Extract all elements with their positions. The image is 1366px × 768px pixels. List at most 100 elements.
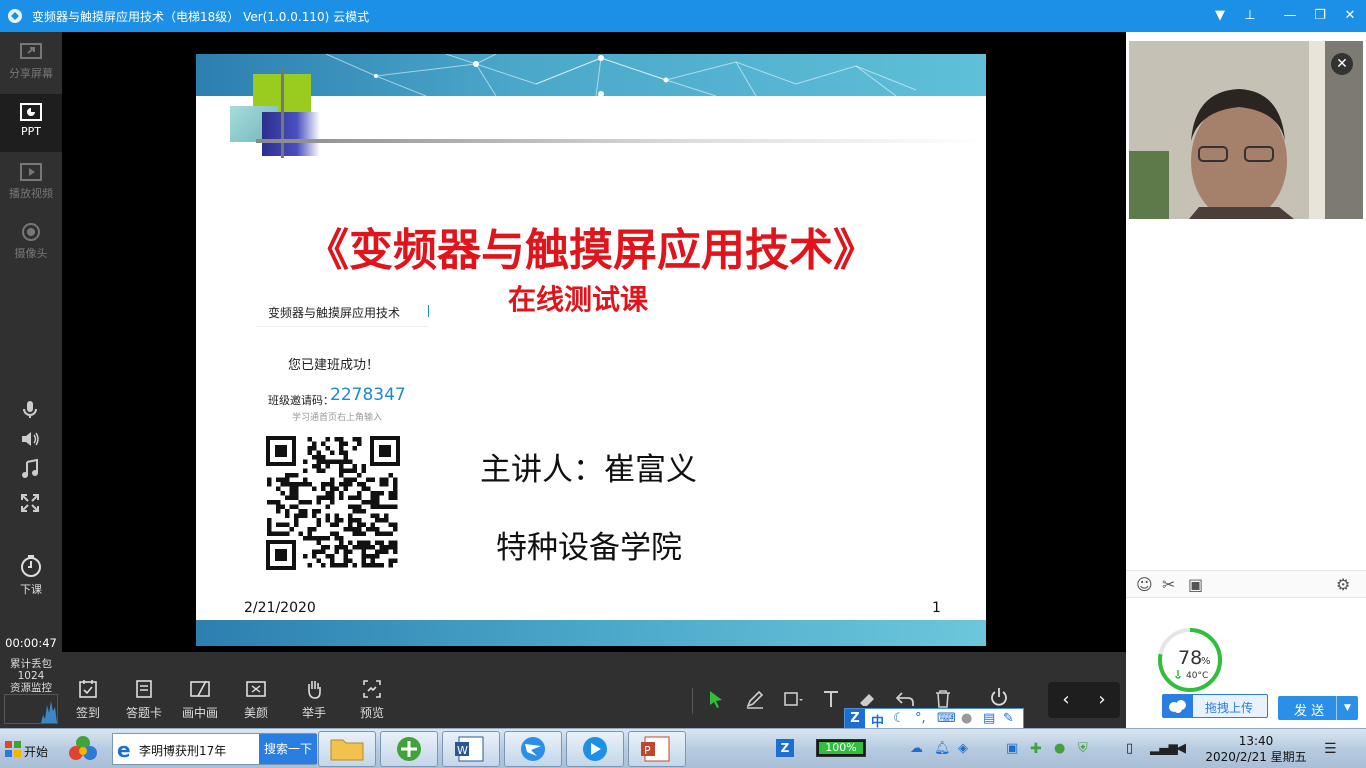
taskbar-dingtalk[interactable] [504, 731, 562, 767]
pointer-icon[interactable] [705, 688, 727, 710]
pen-icon[interactable] [744, 688, 766, 710]
scissors-icon[interactable]: ✂ [1162, 575, 1175, 594]
text-tool-icon[interactable] [820, 688, 842, 710]
windows-logo-icon [5, 741, 21, 757]
end-class-button[interactable]: 下课 [0, 546, 62, 604]
prev-slide-button[interactable]: ‹ [1048, 682, 1084, 718]
start-label: 开始 [24, 745, 49, 759]
tray-plus-icon[interactable]: ✚ [1030, 741, 1046, 757]
send-button[interactable]: 发 送 ▼ [1278, 696, 1358, 720]
tray-signal-icon[interactable]: ▂▄▆ [1150, 741, 1178, 757]
raise-hand-icon [308, 681, 321, 699]
undo-icon[interactable] [894, 688, 916, 710]
answer-card-button[interactable]: 答题卡 [119, 678, 169, 721]
next-slide-button[interactable]: › [1084, 682, 1120, 718]
camera-icon [22, 223, 40, 241]
speaker-icon[interactable] [19, 428, 41, 450]
microphone-icon[interactable] [19, 398, 41, 420]
text-cursor [428, 305, 429, 317]
system-clock[interactable]: 13:40 2020/2/21 星期五 [1196, 733, 1316, 765]
emoji-icon[interactable]: ☺ [1136, 575, 1153, 594]
pin-button[interactable]: ⊥ [1240, 6, 1260, 26]
send-options-dropdown[interactable]: ▼ [1336, 696, 1358, 720]
end-class-label: 下课 [20, 583, 42, 596]
drag-upload-button[interactable]: 拖拽上传 [1162, 694, 1268, 718]
class-created-text: 您已建班成功！ [288, 358, 380, 373]
trash-icon[interactable] [932, 688, 954, 710]
packet-loss-value: 1024 [17, 670, 45, 682]
ime-toolbar[interactable]: Z 中 ☾ °, ⌨ ● ▤ ✎ [844, 708, 1024, 730]
music-icon[interactable] [19, 458, 41, 480]
tray-volume-icon[interactable]: ◀ [1176, 741, 1192, 757]
app-pinwheel-icon[interactable] [66, 733, 100, 765]
institute-name: 特种设备学院 [496, 530, 682, 566]
close-window-button[interactable]: ✕ [1340, 6, 1360, 26]
sidebar-item-label: PPT [21, 125, 41, 138]
ppt-icon [20, 103, 42, 121]
decor-blue-square [262, 112, 320, 156]
title-bar: 变频器与触摸屏应用技术（电梯18级） Ver(1.0.0.110) 云模式 ▼ … [0, 0, 1366, 32]
raise-hand-label: 举手 [301, 706, 326, 720]
shape-icon[interactable] [782, 688, 804, 710]
ime-tray-icon[interactable]: Z [776, 739, 794, 757]
tray-shield-icon[interactable]: ◈ [958, 741, 974, 757]
sidebar-item-camera[interactable]: 摄像头 [0, 214, 62, 272]
window-title: 变频器与触摸屏应用技术（电梯18级） Ver(1.0.0.110) 云模式 [32, 10, 370, 24]
settings-gear-icon[interactable]: ⚙ [1336, 575, 1350, 594]
preview-label: 预览 [359, 706, 384, 720]
ime-keyboard-icon[interactable]: ⌨ [937, 711, 956, 726]
menu-dropdown-button[interactable]: ▼ [1210, 6, 1230, 26]
power-icon[interactable] [988, 686, 1010, 708]
ime-settings-icon[interactable]: ✎ [1003, 711, 1014, 726]
taskbar-word[interactable]: W [442, 731, 500, 767]
start-button[interactable]: 开始 [0, 731, 54, 767]
raise-hand-button[interactable]: 举手 [289, 678, 339, 721]
course-name: 变频器与触摸屏应用技术 [268, 306, 401, 320]
preview-button[interactable]: 预览 [347, 678, 397, 721]
taskbar-360-browser[interactable] [380, 731, 438, 767]
browser-search-box[interactable]: e 李明博获刑17年 搜索一下 [112, 733, 317, 765]
close-video-button[interactable]: ✕ [1331, 53, 1353, 75]
search-text[interactable]: 李明博获刑17年 [139, 742, 226, 759]
taskbar-file-explorer[interactable] [318, 731, 376, 767]
tray-wechat-icon[interactable]: ● [1054, 741, 1070, 757]
slide-navigation: ‹ › [1048, 682, 1120, 718]
search-button[interactable]: 搜索一下 [259, 734, 317, 764]
sidebar-item-ppt[interactable]: PPT [0, 94, 62, 152]
sidebar-item-play-video[interactable]: 播放视频 [0, 154, 62, 212]
clock-time: 13:40 [1238, 734, 1274, 748]
ime-clipboard-icon[interactable]: ▤ [983, 711, 995, 726]
windows-taskbar: 开始 e 李明博获刑17年 搜索一下 W P Z 100% ☁ 🔔︎ ◈ ▣ ✚… [0, 728, 1366, 768]
ime-punctuation-icon[interactable]: °, [915, 711, 926, 726]
sidebar-item-share-screen[interactable]: 分享屏幕 [0, 34, 62, 92]
gauge-percent-unit: % [1201, 656, 1211, 667]
ime-logo-icon: Z [845, 709, 865, 729]
toolbar-divider [692, 688, 693, 714]
picture-in-picture-button[interactable]: 画中画 [175, 678, 225, 721]
taskbar-powerpoint[interactable]: P [628, 731, 686, 767]
send-label: 发 送 [1294, 704, 1325, 719]
slide-page-number: 1 [932, 600, 941, 616]
eraser-icon[interactable] [856, 688, 878, 710]
image-icon[interactable]: ▣ [1188, 575, 1203, 594]
tray-bell-icon[interactable]: 🔔︎ [934, 741, 951, 757]
beauty-label: 美颜 [243, 706, 268, 720]
tray-cloud-icon[interactable]: ☁ [910, 741, 926, 757]
fullscreen-icon[interactable] [19, 492, 41, 514]
minimize-button[interactable]: — [1280, 6, 1300, 26]
browser-360-icon [397, 737, 421, 761]
action-center-icon[interactable]: ☰ [1324, 741, 1340, 757]
sidebar-item-label: 播放视频 [9, 187, 53, 200]
checkin-icon [79, 680, 97, 698]
ime-user-icon[interactable]: ● [961, 711, 972, 726]
beauty-button[interactable]: 美颜 [231, 678, 281, 721]
class-timer: 00:00:47 [5, 636, 57, 650]
tray-power-icon[interactable]: ▯ [1126, 741, 1142, 757]
answer-card-icon [136, 680, 152, 698]
tray-security-icon[interactable]: ⛨ [1078, 741, 1094, 757]
maximize-button[interactable]: ❐ [1310, 6, 1330, 26]
taskbar-live-class[interactable] [566, 731, 624, 767]
tray-monitor-icon[interactable]: ▣ [1006, 741, 1022, 757]
checkin-button[interactable]: 签到 [63, 678, 113, 721]
ime-moon-icon[interactable]: ☾ [893, 711, 905, 726]
